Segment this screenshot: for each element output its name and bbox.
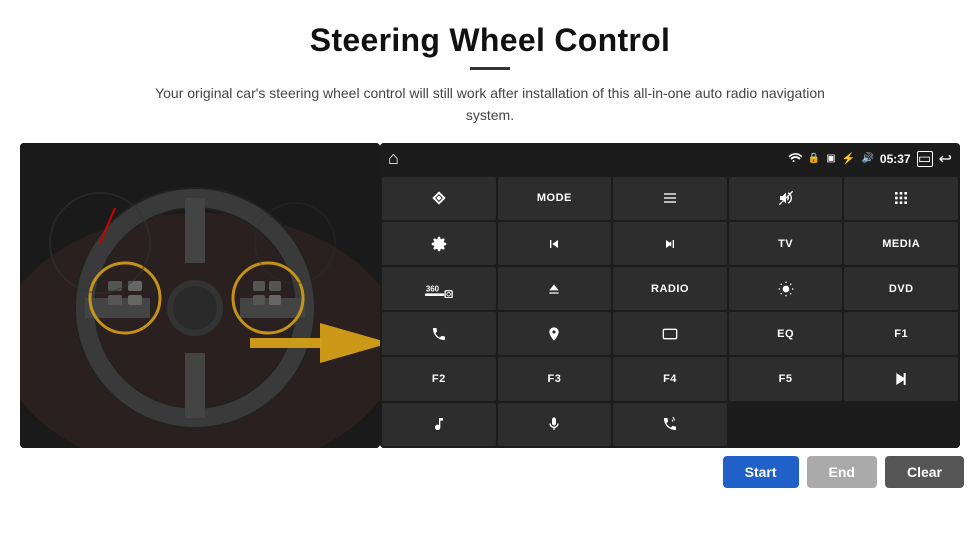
btn-brightness[interactable] (729, 267, 843, 310)
wifi-icon (788, 153, 802, 165)
btn-media[interactable]: MEDIA (844, 222, 958, 265)
btn-screen[interactable] (613, 312, 727, 355)
btn-call[interactable] (613, 403, 727, 446)
page-title: Steering Wheel Control (0, 0, 980, 59)
volume-icon: 🔊 (861, 153, 873, 164)
btn-eq[interactable]: EQ (729, 312, 843, 355)
btn-phone[interactable] (382, 312, 496, 355)
control-buttons-grid: MODE TV ME (380, 175, 960, 448)
btn-empty-2 (844, 403, 958, 446)
btn-f2[interactable]: F2 (382, 357, 496, 400)
btn-mic[interactable] (498, 403, 612, 446)
title-divider (470, 67, 510, 70)
multi-window-icon[interactable]: ▭ (917, 151, 933, 167)
btn-tv[interactable]: TV (729, 222, 843, 265)
sim-icon: ▣ (826, 153, 835, 164)
btn-f4[interactable]: F4 (613, 357, 727, 400)
bluetooth-icon: ⚡ (842, 152, 856, 165)
btn-next[interactable] (613, 222, 727, 265)
btn-f3[interactable]: F3 (498, 357, 612, 400)
btn-empty-1 (729, 403, 843, 446)
lock-icon: 🔒 (808, 153, 820, 164)
btn-prev[interactable] (498, 222, 612, 265)
btn-radio[interactable]: RADIO (613, 267, 727, 310)
back-icon[interactable]: ↩ (939, 149, 952, 169)
home-icon[interactable]: ⌂ (388, 148, 399, 169)
btn-mode[interactable]: MODE (498, 177, 612, 220)
end-button[interactable]: End (807, 456, 877, 488)
btn-mute[interactable] (729, 177, 843, 220)
btn-settings[interactable] (382, 222, 496, 265)
svg-text:360: 360 (426, 284, 440, 293)
steering-wheel-image (20, 143, 380, 448)
btn-list[interactable] (613, 177, 727, 220)
btn-dvd[interactable]: DVD (844, 267, 958, 310)
btn-apps[interactable] (844, 177, 958, 220)
content-area: ⌂ 🔒 ▣ ⚡ 🔊 05:37 ▭ ↩ (0, 143, 980, 448)
status-left: ⌂ (388, 148, 399, 169)
btn-playpause[interactable] (844, 357, 958, 400)
btn-navi[interactable] (498, 312, 612, 355)
btn-navigate[interactable] (382, 177, 496, 220)
btn-f5[interactable]: F5 (729, 357, 843, 400)
time-display: 05:37 (880, 152, 911, 166)
btn-music[interactable] (382, 403, 496, 446)
page-subtitle: Your original car's steering wheel contr… (140, 82, 840, 127)
btn-360cam[interactable]: 360 (382, 267, 496, 310)
status-right: 🔒 ▣ ⚡ 🔊 05:37 ▭ ↩ (788, 149, 952, 169)
android-unit: ⌂ 🔒 ▣ ⚡ 🔊 05:37 ▭ ↩ (380, 143, 960, 448)
btn-eject[interactable] (498, 267, 612, 310)
start-button[interactable]: Start (723, 456, 799, 488)
bottom-action-bar: Start End Clear (0, 448, 980, 496)
clear-button[interactable]: Clear (885, 456, 964, 488)
btn-f1[interactable]: F1 (844, 312, 958, 355)
status-bar: ⌂ 🔒 ▣ ⚡ 🔊 05:37 ▭ ↩ (380, 143, 960, 175)
